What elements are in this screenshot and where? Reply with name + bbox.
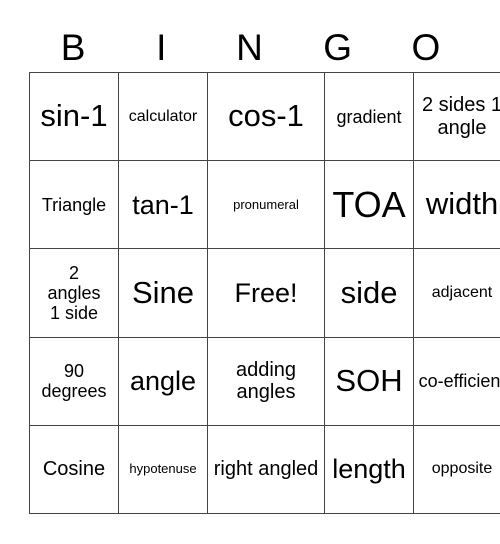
bingo-grid: sin-1 calculator cos-1 gradient 2 sides … <box>29 71 500 515</box>
header-letter-i: I <box>156 27 167 68</box>
bingo-header: B I N G O <box>29 25 470 71</box>
header-letter-n: N <box>236 27 263 68</box>
bingo-cell[interactable]: Triangle <box>29 160 119 250</box>
grid-row: 2 angles 1 side Sine Free! side adjacent <box>29 248 500 338</box>
bingo-cell[interactable]: width <box>413 160 500 250</box>
bingo-cell[interactable]: adding angles <box>207 336 325 426</box>
bingo-cell[interactable]: cos-1 <box>207 71 325 162</box>
bingo-cell[interactable]: tan-1 <box>118 160 208 250</box>
bingo-cell[interactable]: right angled <box>207 424 325 515</box>
bingo-cell[interactable]: length <box>324 424 414 515</box>
grid-row: 90 degrees angle adding angles SOH co-ef… <box>29 336 500 426</box>
bingo-cell[interactable]: sin-1 <box>29 71 119 162</box>
bingo-cell[interactable]: 2 sides 1 angle <box>413 71 500 162</box>
bingo-cell[interactable]: TOA <box>324 160 414 250</box>
bingo-cell[interactable]: pronumeral <box>207 160 325 250</box>
header-letter-b: B <box>60 27 86 68</box>
grid-row: Triangle tan-1 pronumeral TOA width <box>29 160 500 250</box>
grid-row: sin-1 calculator cos-1 gradient 2 sides … <box>29 71 500 162</box>
bingo-cell[interactable]: calculator <box>118 71 208 162</box>
bingo-cell[interactable]: co-efficient <box>413 336 500 426</box>
bingo-cell[interactable]: Cosine <box>29 424 119 515</box>
bingo-cell[interactable]: 90 degrees <box>29 336 119 426</box>
grid-row: Cosine hypotenuse right angled length op… <box>29 424 500 515</box>
bingo-cell[interactable]: opposite <box>413 424 500 515</box>
bingo-cell[interactable]: adjacent <box>413 248 500 338</box>
header-letter-g: G <box>323 27 353 68</box>
bingo-cell[interactable]: side <box>324 248 414 338</box>
header-letter-o: O <box>411 27 441 68</box>
bingo-cell[interactable]: Sine <box>118 248 208 338</box>
bingo-cell[interactable]: gradient <box>324 71 414 162</box>
bingo-cell[interactable]: 2 angles 1 side <box>29 248 119 338</box>
bingo-cell[interactable]: angle <box>118 336 208 426</box>
bingo-cell free-space[interactable]: Free! <box>207 248 325 338</box>
bingo-cell[interactable]: SOH <box>324 336 414 426</box>
bingo-cell[interactable]: hypotenuse <box>118 424 208 515</box>
